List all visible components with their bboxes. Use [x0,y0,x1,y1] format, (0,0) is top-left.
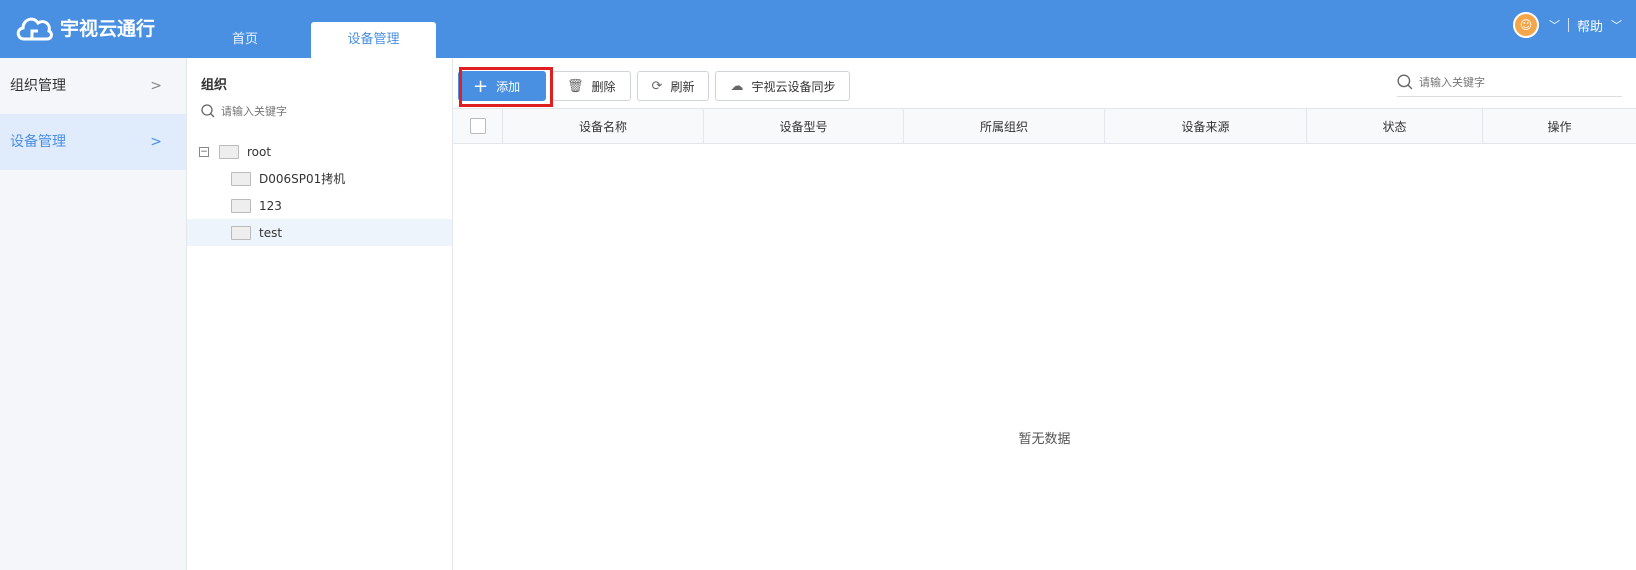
tree-node[interactable]: 123 [187,192,452,219]
trash-icon: 🗑 [567,78,584,94]
chevron-down-icon[interactable]: ﹀ [1549,17,1560,33]
folder-icon [231,171,251,186]
column-header[interactable]: 操作 [1483,109,1636,143]
tree-node-label: root [247,144,272,159]
tree-node-label: 123 [259,198,282,213]
chevron-right-icon: > [150,78,162,94]
column-header[interactable]: 设备型号 [704,109,904,143]
org-search-input[interactable] [219,103,423,119]
chevron-right-icon: > [150,134,162,150]
select-all-cell [453,109,503,143]
column-header[interactable]: 设备来源 [1105,109,1307,143]
search-icon [201,104,215,118]
collapse-toggle-icon[interactable]: − [199,146,209,157]
delete-button[interactable]: 🗑 删除 [552,71,631,101]
nav-item-label: 组织管理 [10,78,66,94]
add-button[interactable]: + 添加 [458,67,553,107]
column-header[interactable]: 所属组织 [904,109,1105,143]
cloud-logo-icon [16,17,53,41]
tree-node-selected[interactable]: test [187,219,452,246]
cloud-sync-button-label: 宇视云设备同步 [751,79,836,94]
cloud-icon: ☁ [730,78,744,94]
org-tree: − root D006SP01拷机 123 test [187,138,452,246]
nav-item-org-management[interactable]: 组织管理 > [0,58,186,114]
column-header[interactable]: 设备名称 [503,109,704,143]
tree-node-label: test [259,225,283,240]
user-avatar[interactable]: ☺ [1512,12,1539,38]
header-divider [1567,18,1569,32]
cloud-sync-button[interactable]: ☁ 宇视云设备同步 [715,71,851,101]
org-search [201,98,441,124]
main-content: + 添加 🗑 删除 ⟳ 刷新 ☁ 宇视云设备同步 设备名称 设备型号 所属组织 [453,58,1636,570]
refresh-icon: ⟳ [651,78,663,94]
tab-home[interactable]: 首页 [190,22,300,58]
tree-node[interactable]: D006SP01拷机 [187,165,452,192]
empty-state-text: 暂无数据 [1018,432,1071,447]
refresh-button-label: 刷新 [670,79,695,94]
top-header: 宇视云通行 首页 设备管理 ☺ ﹀ 帮助 ﹀ [0,0,1636,58]
folder-icon [231,225,251,240]
app-title: 宇视云通行 [60,17,156,40]
folder-icon [231,198,251,213]
nav-item-device-management[interactable]: 设备管理 > [0,114,186,170]
org-panel: 组织 − root D006SP01拷机 123 test [187,58,453,570]
add-button-label: 添加 [496,79,521,94]
toolbar: + 添加 🗑 删除 ⟳ 刷新 ☁ 宇视云设备同步 [458,67,856,107]
column-header[interactable]: 状态 [1307,109,1483,143]
main-search [1397,68,1622,97]
tab-device-management[interactable]: 设备管理 [311,22,436,58]
select-all-checkbox[interactable] [469,118,486,134]
left-nav: 组织管理 > 设备管理 > [0,58,187,570]
help-chevron-down-icon[interactable]: ﹀ [1611,17,1622,33]
main-search-input[interactable] [1417,74,1611,90]
tree-node-root[interactable]: − root [187,138,452,165]
refresh-button[interactable]: ⟳ 刷新 [636,71,710,101]
header-right: ☺ ﹀ 帮助 ﹀ [1512,12,1622,38]
folder-open-icon [219,144,239,159]
search-icon [1397,74,1413,90]
org-panel-title: 组织 [201,78,228,93]
tree-node-label: D006SP01拷机 [259,172,346,186]
table-header: 设备名称 设备型号 所属组织 设备来源 状态 操作 [453,108,1636,144]
delete-button-label: 删除 [591,79,616,94]
app-logo: 宇视云通行 [14,9,155,45]
nav-item-label: 设备管理 [10,134,66,150]
help-link[interactable]: 帮助 [1577,16,1603,35]
plus-icon: + [473,75,489,97]
